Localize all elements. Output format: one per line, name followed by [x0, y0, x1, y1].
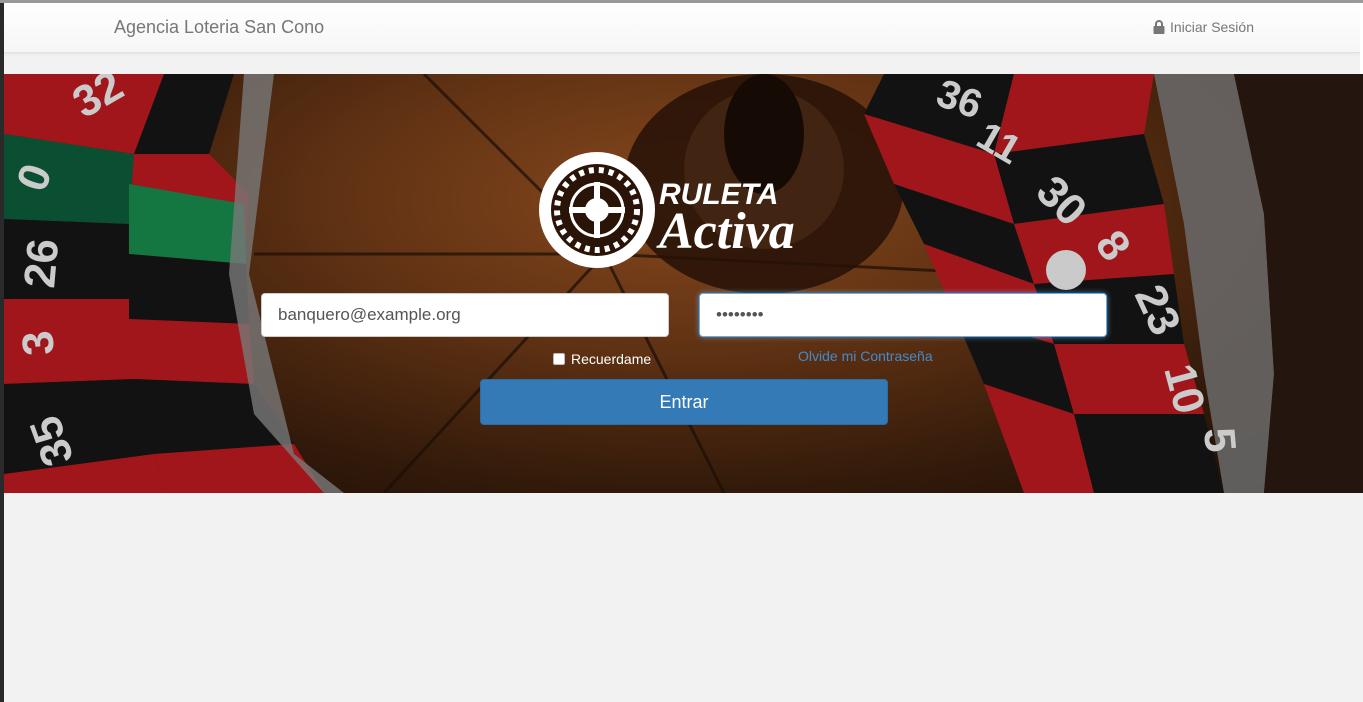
login-link[interactable]: Iniciar Sesión	[1153, 19, 1254, 35]
forgot-password-link[interactable]: Olvide mi Contraseña	[798, 348, 933, 364]
logo-line2: Activa	[656, 203, 795, 260]
submit-button[interactable]: Entrar	[480, 379, 888, 425]
hero-banner: 32 0 26 3 35 36 11 30 8 23 10 5 RULETA A…	[4, 74, 1363, 493]
brand-title[interactable]: Agencia Loteria San Cono	[114, 17, 324, 38]
ruleta-activa-logo: RULETA Activa	[539, 152, 795, 268]
password-input[interactable]: ••••••••	[699, 293, 1107, 337]
remember-me[interactable]: Recuerdame	[553, 351, 651, 367]
roulette-background: 32 0 26 3 35 36 11 30 8 23 10 5	[4, 74, 1363, 493]
roulette-wheel-icon	[539, 152, 655, 268]
navbar: Agencia Loteria San Cono Iniciar Sesión	[4, 3, 1360, 53]
remember-checkbox[interactable]	[553, 353, 565, 365]
email-input[interactable]: banquero@example.org	[261, 293, 669, 337]
login-label: Iniciar Sesión	[1169, 19, 1254, 35]
lock-icon	[1153, 20, 1165, 34]
remember-label: Recuerdame	[571, 351, 652, 367]
